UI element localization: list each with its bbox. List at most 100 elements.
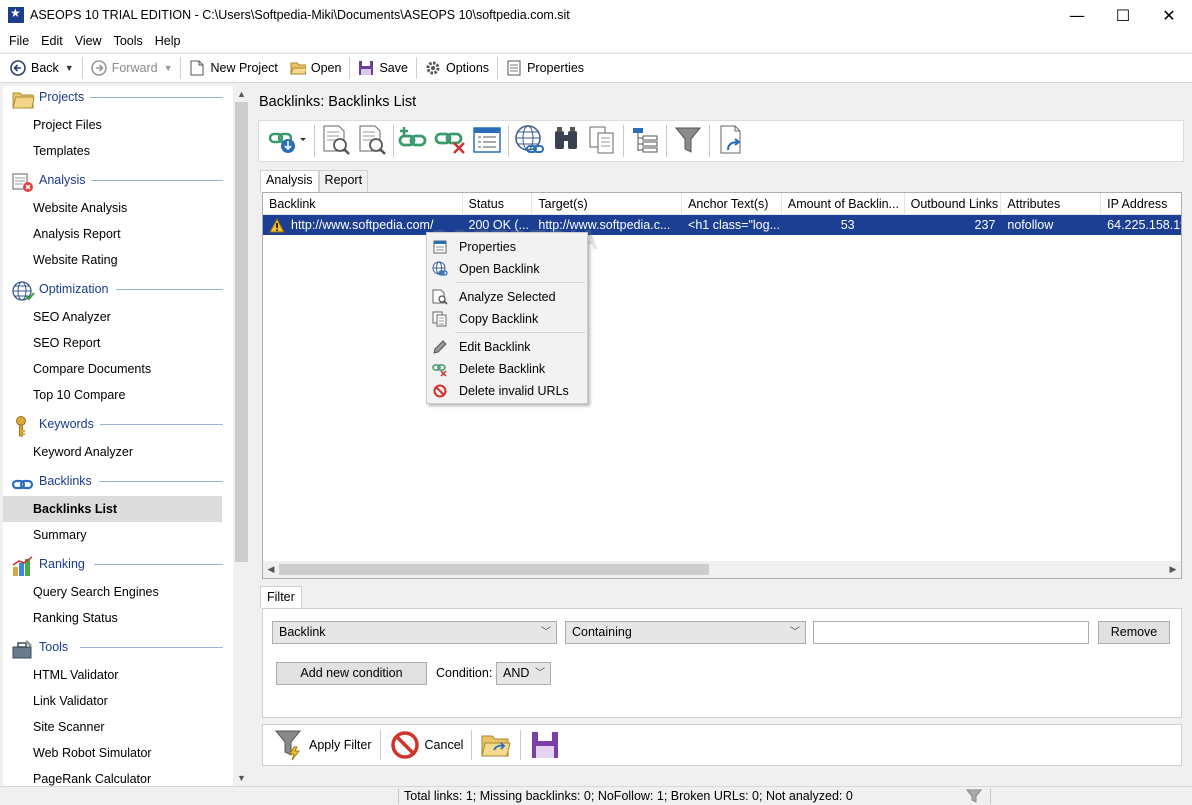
filter-value-input[interactable] bbox=[813, 621, 1089, 644]
filter-operator-select[interactable]: Containing ﹀ bbox=[565, 621, 806, 644]
open-button[interactable]: Open bbox=[284, 55, 348, 81]
cell-attributes: nofollow bbox=[1007, 218, 1054, 232]
new-project-label: New Project bbox=[210, 61, 278, 75]
nav-item-compare-documents[interactable]: Compare Documents bbox=[3, 356, 222, 382]
column-header-attributes[interactable]: Attributes bbox=[1001, 193, 1102, 215]
delete-backlink-button[interactable] bbox=[433, 123, 469, 159]
nav-item-site-scanner[interactable]: Site Scanner bbox=[3, 714, 222, 740]
menu-edit[interactable]: Edit bbox=[35, 34, 69, 48]
nav-item-keyword-analyzer[interactable]: Keyword Analyzer bbox=[3, 439, 222, 465]
menu-item-open-backlink[interactable]: Open Backlink bbox=[427, 258, 587, 280]
nav-item-templates[interactable]: Templates bbox=[3, 138, 222, 164]
menu-file[interactable]: File bbox=[3, 34, 35, 48]
table-row[interactable]: http://www.softpedia.com/ 200 OK (... ht… bbox=[263, 215, 1181, 235]
apply-filter-button[interactable]: Apply Filter bbox=[269, 727, 376, 763]
nav-item-website-analysis[interactable]: Website Analysis bbox=[3, 195, 222, 221]
forward-button[interactable]: Forward ▼ bbox=[85, 55, 179, 81]
nav-item-seo-report[interactable]: SEO Report bbox=[3, 330, 222, 356]
maximize-button[interactable]: ☐ bbox=[1100, 0, 1146, 30]
options-button[interactable]: Options bbox=[419, 55, 495, 81]
nav-group-tools: Tools bbox=[3, 636, 233, 662]
scrollbar-thumb[interactable] bbox=[279, 564, 709, 575]
column-header-amount[interactable]: Amount of Backlin... bbox=[782, 193, 905, 215]
tree-view-button[interactable] bbox=[627, 123, 663, 159]
globe-link-icon bbox=[513, 124, 547, 159]
cancel-label: Cancel bbox=[424, 738, 464, 752]
navigation-scrollbar[interactable]: ▲ ▼ bbox=[233, 86, 250, 786]
action-separator bbox=[520, 730, 522, 760]
minimize-button[interactable]: — bbox=[1054, 0, 1100, 30]
cancel-button[interactable]: Cancel bbox=[385, 727, 468, 763]
nav-item-backlinks-list[interactable]: Backlinks List bbox=[3, 496, 222, 522]
list-view-button[interactable] bbox=[469, 123, 505, 159]
column-header-anchor-text[interactable]: Anchor Text(s) bbox=[682, 193, 782, 215]
remove-condition-button[interactable]: Remove bbox=[1098, 621, 1170, 644]
scroll-right-icon[interactable]: ▶ bbox=[1165, 561, 1181, 578]
nav-item-analysis-report[interactable]: Analysis Report bbox=[3, 221, 222, 247]
load-filter-button[interactable] bbox=[476, 727, 516, 763]
open-backlink-button[interactable] bbox=[512, 123, 548, 159]
column-header-status[interactable]: Status bbox=[463, 193, 533, 215]
back-button[interactable]: Back ▼ bbox=[0, 55, 80, 81]
analyze-button[interactable] bbox=[318, 123, 354, 159]
find-button[interactable] bbox=[548, 123, 584, 159]
forward-dropdown-icon[interactable]: ▼ bbox=[164, 63, 173, 73]
properties-button[interactable]: Properties bbox=[500, 55, 590, 81]
filter-field-select[interactable]: Backlink ﹀ bbox=[272, 621, 557, 644]
nav-item-link-validator[interactable]: Link Validator bbox=[3, 688, 222, 714]
add-backlink-button[interactable] bbox=[397, 123, 433, 159]
close-button[interactable]: ✕ bbox=[1146, 0, 1192, 30]
nav-group-label: Keywords bbox=[39, 417, 94, 431]
scroll-down-icon[interactable]: ▼ bbox=[233, 770, 250, 786]
tab-filter[interactable]: Filter bbox=[260, 586, 302, 608]
tab-report[interactable]: Report bbox=[318, 170, 369, 192]
menu-item-label: Edit Backlink bbox=[459, 340, 531, 354]
back-dropdown-icon[interactable]: ▼ bbox=[65, 63, 74, 73]
menu-item-analyze-selected[interactable]: Analyze Selected bbox=[427, 286, 587, 308]
nav-item-pagerank-calculator[interactable]: PageRank Calculator bbox=[3, 766, 222, 786]
back-arrow-icon bbox=[10, 60, 26, 76]
nav-group-label: Tools bbox=[39, 640, 69, 654]
gear-icon bbox=[425, 60, 441, 76]
add-condition-button[interactable]: Add new condition bbox=[276, 662, 427, 685]
menu-item-properties[interactable]: Properties bbox=[427, 236, 587, 258]
column-header-outbound-links[interactable]: Outbound Links bbox=[905, 193, 1002, 215]
ranking-icon bbox=[11, 555, 35, 577]
menu-item-edit-backlink[interactable]: Edit Backlink bbox=[427, 336, 587, 358]
save-filter-button[interactable] bbox=[525, 727, 565, 763]
scroll-left-icon[interactable]: ◀ bbox=[263, 561, 279, 578]
new-project-button[interactable]: New Project bbox=[183, 55, 283, 81]
column-header-ip-address[interactable]: IP Address bbox=[1101, 193, 1181, 215]
column-header-targets[interactable]: Target(s) bbox=[532, 193, 683, 215]
scrollbar-thumb[interactable] bbox=[235, 102, 248, 562]
analyze-all-button[interactable] bbox=[354, 123, 390, 159]
menu-item-delete-invalid-urls[interactable]: Delete invalid URLs bbox=[427, 380, 587, 402]
copy-button[interactable] bbox=[584, 123, 620, 159]
menu-tools[interactable]: Tools bbox=[108, 34, 149, 48]
nav-item-summary[interactable]: Summary bbox=[3, 522, 222, 548]
nav-item-ranking-status[interactable]: Ranking Status bbox=[3, 605, 222, 631]
nav-item-query-search-engines[interactable]: Query Search Engines bbox=[3, 579, 222, 605]
nav-item-html-validator[interactable]: HTML Validator bbox=[3, 662, 222, 688]
export-button[interactable] bbox=[713, 123, 749, 159]
condition-select[interactable]: AND ﹀ bbox=[496, 662, 551, 685]
filter-button[interactable] bbox=[670, 123, 706, 159]
menu-view[interactable]: View bbox=[69, 34, 108, 48]
scroll-up-icon[interactable]: ▲ bbox=[233, 86, 250, 102]
menu-item-delete-backlink[interactable]: Delete Backlink bbox=[427, 358, 587, 380]
table-horizontal-scrollbar[interactable]: ◀ ▶ bbox=[263, 561, 1181, 578]
toolbar-separator bbox=[81, 57, 83, 79]
import-backlinks-button[interactable] bbox=[265, 123, 311, 159]
menu-item-copy-backlink[interactable]: Copy Backlink bbox=[427, 308, 587, 330]
nav-item-seo-analyzer[interactable]: SEO Analyzer bbox=[3, 304, 222, 330]
nav-item-top-10-compare[interactable]: Top 10 Compare bbox=[3, 382, 222, 408]
nav-item-project-files[interactable]: Project Files bbox=[3, 112, 222, 138]
column-header-backlink[interactable]: Backlink bbox=[263, 193, 463, 215]
delete-link-icon bbox=[434, 125, 468, 158]
menu-help[interactable]: Help bbox=[149, 34, 187, 48]
nav-item-website-rating[interactable]: Website Rating bbox=[3, 247, 222, 273]
tab-analysis[interactable]: Analysis bbox=[260, 170, 319, 193]
toolbar-separator bbox=[508, 125, 509, 157]
nav-item-web-robot-simulator[interactable]: Web Robot Simulator bbox=[3, 740, 222, 766]
save-button[interactable]: Save bbox=[352, 55, 414, 81]
